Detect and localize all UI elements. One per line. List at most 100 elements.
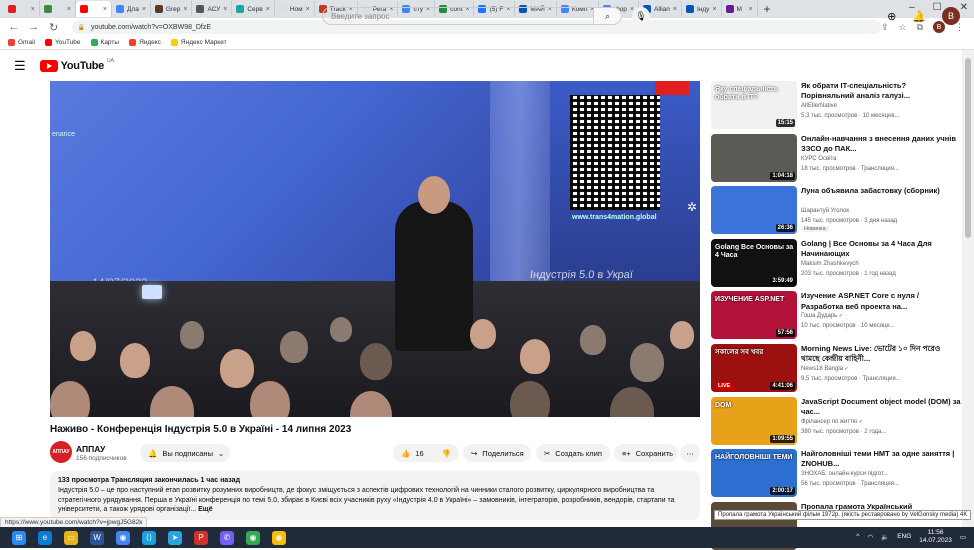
word-icon[interactable]: W xyxy=(90,530,104,545)
browser-tab[interactable]: × xyxy=(40,1,76,17)
channel-avatar[interactable]: АППАУ xyxy=(50,441,72,463)
tab-close-icon[interactable]: × xyxy=(103,6,107,13)
video-thumbnail[interactable]: Яку спеціальність обрати в IT? 15:15 xyxy=(711,81,797,129)
recommended-channel[interactable]: AltEllerNative xyxy=(801,103,837,109)
recommended-video[interactable]: 1:04:18 Онлайн-навчання з внесення даних … xyxy=(711,133,961,182)
tab-close-icon[interactable]: × xyxy=(31,6,35,13)
search-input[interactable]: Введите запрос xyxy=(322,7,594,25)
tab-close-icon[interactable]: × xyxy=(223,6,227,13)
browser-tab[interactable]: M × xyxy=(722,1,758,17)
tab-close-icon[interactable]: × xyxy=(67,6,71,13)
microphone-icon[interactable]: 🎙 xyxy=(632,7,650,25)
browser-tab[interactable]: Дла × xyxy=(112,1,151,17)
chrome-alt-icon[interactable]: ◉ xyxy=(272,530,286,545)
video-thumbnail[interactable]: Golang Все Основы за 4 Часа 3:59:49 xyxy=(711,238,797,287)
recommended-title[interactable]: JavaScript Document object model (DOM) з… xyxy=(801,397,961,417)
video-thumbnail[interactable]: ИЗУЧЕНИЕ ASP.NET 57:56 xyxy=(711,291,797,340)
edge-icon[interactable]: e xyxy=(38,530,52,545)
description-box[interactable]: 133 просмотра Трансляция закончилась 1 ч… xyxy=(50,471,700,520)
channel-name[interactable]: АППАУ xyxy=(76,444,105,454)
scrollbar-thumb[interactable] xyxy=(965,58,971,238)
browser-tab[interactable]: × xyxy=(4,1,40,17)
file-explorer-icon[interactable]: ▭ xyxy=(64,530,78,545)
bookmark-item[interactable]: Яндекс xyxy=(129,39,161,46)
thumbs-up-icon[interactable]: 👍 xyxy=(401,449,410,458)
recommended-title[interactable]: Луна объявила забастовку (сборник) xyxy=(801,186,961,196)
thumbs-down-icon[interactable]: 👎 xyxy=(442,449,451,458)
wifi-icon[interactable]: ◠ xyxy=(867,533,873,541)
recommended-channel[interactable]: Шарантуй Уголок xyxy=(801,208,849,214)
tab-close-icon[interactable]: × xyxy=(673,6,677,13)
close-window-icon[interactable]: ✕ xyxy=(960,2,968,13)
save-button[interactable]: ≡+ Сохранить xyxy=(614,444,678,462)
video-player[interactable]: www.trans4mation.global enance 14/07/202… xyxy=(50,81,700,417)
page-scrollbar[interactable] xyxy=(962,50,974,527)
video-thumbnail[interactable]: 26:36 xyxy=(711,186,797,235)
recommended-video[interactable]: সকালের সব খবর LIVE 4:41:06 Morning News Liv… xyxy=(711,344,961,392)
bookmark-item[interactable]: Карты xyxy=(90,39,119,46)
browser-tab[interactable]: × xyxy=(76,1,112,17)
recommended-video[interactable]: ИЗУЧЕНИЕ ASP.NET 57:56 Изучение ASP.NET Co… xyxy=(711,291,961,340)
recommended-title[interactable]: Golang | Все Основы за 4 Часа Для Начина… xyxy=(801,239,961,259)
browser-tab[interactable]: Інду × xyxy=(682,1,722,17)
chrome-icon[interactable]: ◉ xyxy=(116,530,130,545)
forward-icon[interactable]: → xyxy=(28,21,40,33)
bookmark-item[interactable]: YouTube xyxy=(44,39,81,46)
more-actions-button[interactable]: ⋯ xyxy=(680,444,700,462)
telegram-icon[interactable]: ➤ xyxy=(168,530,182,545)
share-button[interactable]: ↪ Поделиться xyxy=(463,444,531,462)
browser-tab[interactable]: Ном × xyxy=(275,1,315,17)
recommended-channel[interactable]: Maksim Zhashkevych xyxy=(801,261,859,267)
tab-close-icon[interactable]: × xyxy=(306,6,310,13)
viber-icon[interactable]: ✆ xyxy=(220,530,234,545)
language-indicator[interactable]: ENG xyxy=(897,533,911,540)
windows-start-icon[interactable]: ⊞ xyxy=(12,530,26,545)
recommended-channel[interactable]: Гоша Дударь ✔ xyxy=(801,313,843,319)
search-icon[interactable]: ⌕ xyxy=(594,7,622,25)
tab-close-icon[interactable]: × xyxy=(142,6,146,13)
clip-button[interactable]: ✂ Создать клип xyxy=(536,444,610,462)
recommended-title[interactable]: Найголовніші теми НМТ за одне заняття | … xyxy=(801,449,961,469)
clock[interactable]: 11:56 14.07.2023 xyxy=(919,529,952,545)
recommended-title[interactable]: Изучение ASP.NET Core с нуля / Разработк… xyxy=(801,291,961,311)
recommended-video[interactable]: Golang Все Основы за 4 Часа 3:59:49 Golang… xyxy=(711,238,961,287)
back-icon[interactable]: ← xyxy=(8,21,20,33)
recommended-title[interactable]: Як обрати IT-спеціальність? Порівняльний… xyxy=(801,81,961,101)
code-icon[interactable]: ⟨⟩ xyxy=(142,530,156,545)
new-tab-button[interactable]: + xyxy=(764,2,771,16)
notifications-icon[interactable]: ▭ xyxy=(960,533,966,541)
tab-close-icon[interactable]: × xyxy=(266,6,270,13)
menu-icon[interactable]: ☰ xyxy=(14,58,26,74)
volume-icon[interactable]: 🔈 xyxy=(881,533,889,541)
recommended-video[interactable]: НАЙГОЛОВНІШІ ТЕМИ 2:00:17 Найголовніші тем… xyxy=(711,449,961,498)
recommended-video[interactable]: 26:36 Луна объявила забастовку (сборник) Ш… xyxy=(711,186,961,235)
video-thumbnail[interactable]: DOM 1:09:55 xyxy=(711,396,797,445)
recommended-channel[interactable]: КУРС Освіта xyxy=(801,156,837,162)
show-more-link[interactable]: Ещё xyxy=(198,506,212,513)
notifications-bell-icon[interactable]: 🔔 xyxy=(912,10,926,23)
video-thumbnail[interactable]: সকালের সব খবর LIVE 4:41:06 xyxy=(711,344,797,392)
pdf-icon[interactable]: P xyxy=(194,530,208,545)
bookmark-item[interactable]: Яндекс Маркет xyxy=(170,39,227,46)
recommended-title[interactable]: Онлайн-навчання з внесення даних учнів З… xyxy=(801,134,961,154)
tray-up-arrow-icon[interactable]: ^ xyxy=(856,533,859,540)
subscribed-button[interactable]: 🔔 Вы подписаны ⌄ xyxy=(140,444,230,462)
user-avatar[interactable]: B xyxy=(942,7,960,25)
bookmark-item[interactable]: Gmail xyxy=(8,39,35,46)
tab-close-icon[interactable]: × xyxy=(748,6,752,13)
recommended-channel[interactable]: Фрілансер по життю ✔ xyxy=(801,419,863,425)
recommended-channel[interactable]: News18 Bangla ✔ xyxy=(801,366,849,372)
browser-tab[interactable]: АСУ × xyxy=(192,1,233,17)
youtube-logo[interactable]: YouTube UA xyxy=(39,58,114,72)
chrome-profile-icon[interactable]: ◉ xyxy=(246,530,260,545)
tab-close-icon[interactable]: × xyxy=(183,6,187,13)
recommended-title[interactable]: Morning News Live: ভোটের ১০ দিন পরেও থাম… xyxy=(801,344,961,364)
reload-icon[interactable]: ↻ xyxy=(48,21,60,34)
video-thumbnail[interactable]: 1:04:18 xyxy=(711,133,797,182)
browser-tab[interactable]: Серв × xyxy=(232,1,275,17)
recommended-video[interactable]: Яку спеціальність обрати в IT? 15:15 Як об… xyxy=(711,81,961,129)
recommended-channel[interactable]: ЗНОХАБ: онлайн-курси підгот... xyxy=(801,471,888,477)
browser-tab[interactable]: Grep × xyxy=(151,1,193,17)
tab-close-icon[interactable]: × xyxy=(712,6,716,13)
video-thumbnail[interactable]: НАЙГОЛОВНІШІ ТЕМИ 2:00:17 xyxy=(711,449,797,498)
